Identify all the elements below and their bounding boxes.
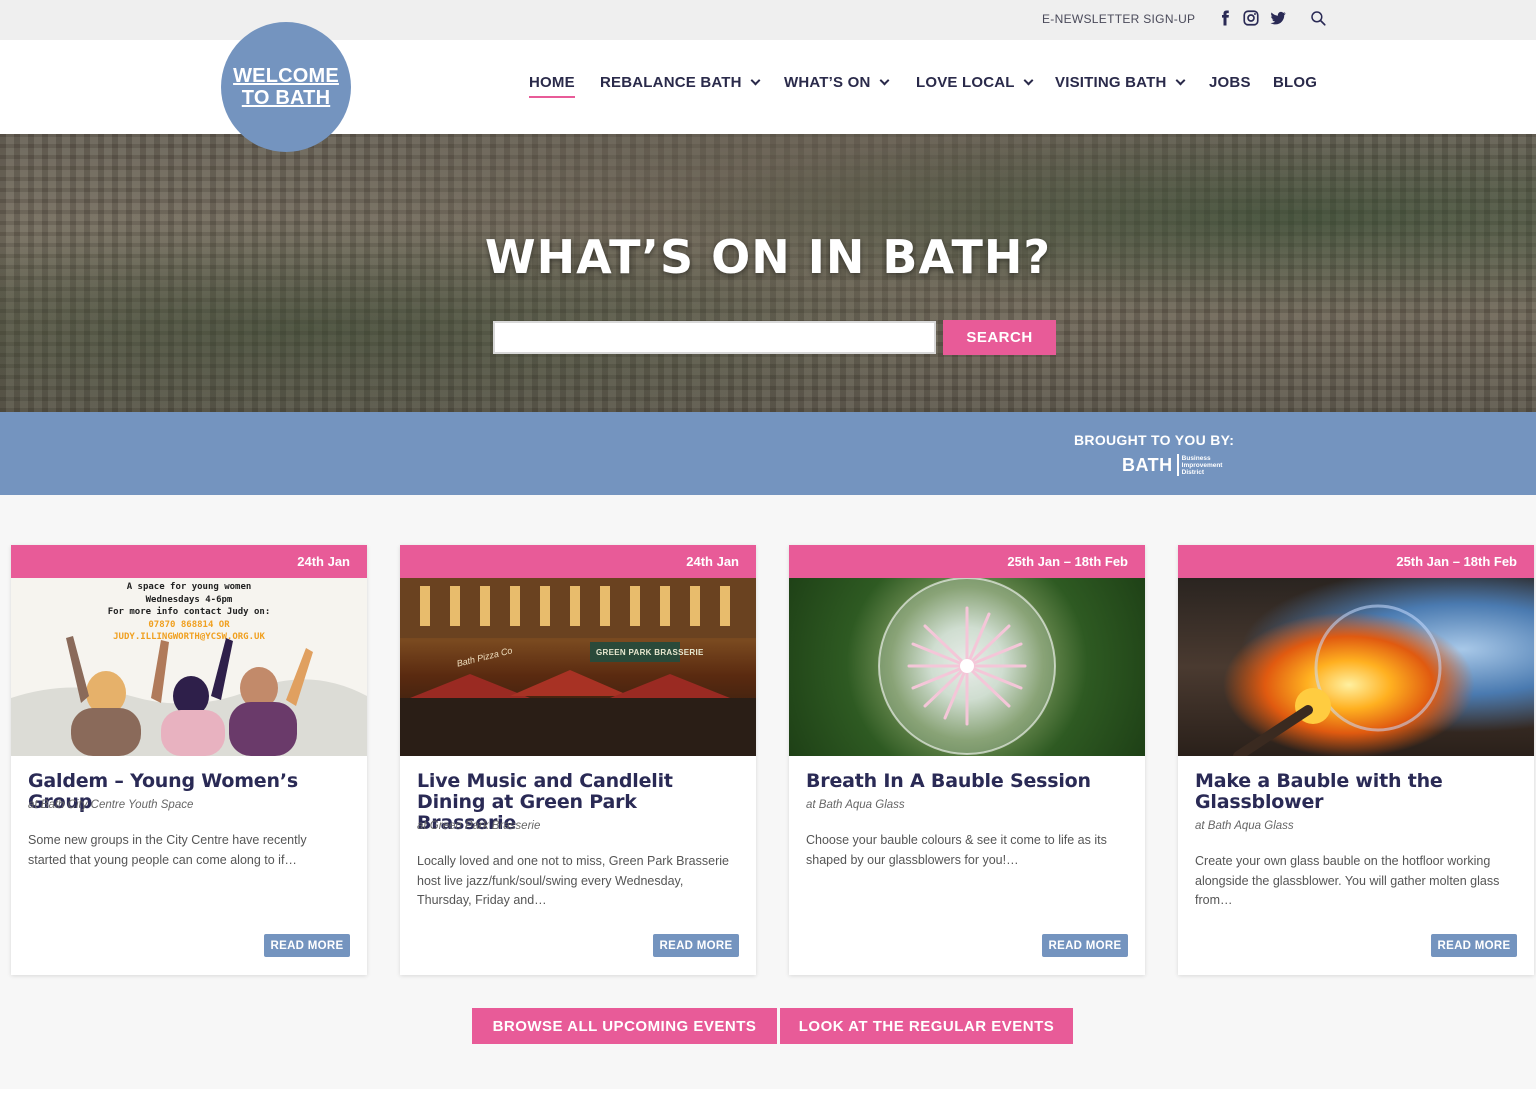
chevron-down-icon [750,75,761,86]
event-venue: at Bath Aqua Glass [1195,820,1294,832]
bid-sub-2: Improvement [1181,461,1223,469]
hero-title: WHAT’S ON IN BATH? [484,230,1052,284]
event-description: Create your own glass bauble on the hotf… [1195,854,1500,907]
glassblowing-photo [1233,604,1442,756]
sponsor-band: BROUGHT TO YOU BY: BATH Business Improve… [0,412,1536,495]
browse-all-events-button[interactable]: BROWSE ALL UPCOMING EVENTS [472,1008,777,1044]
logo-line-2: TO BATH [241,87,331,109]
event-title[interactable]: Breath In A Bauble Session [806,771,1128,792]
bid-sub-1: Business [1181,454,1211,462]
utility-bar: E-NEWSLETTER SIGN-UP [0,0,1536,40]
event-description: Locally loved and one not to miss, Green… [417,854,729,907]
event-date: 24th Jan [400,545,756,578]
event-date: 24th Jan [11,545,367,578]
nav-label: VISITING BATH [1055,74,1167,91]
event-card[interactable]: 25th Jan – 18th Feb Make a Bauble with t… [1178,545,1534,975]
event-image[interactable]: A space for young women Wednesdays 4-6pm… [11,578,367,756]
read-more-button[interactable]: READ MORE [653,934,739,957]
glass-bauble-photo [878,578,1056,755]
event-title[interactable]: Make a Bauble with the Glassblower [1195,771,1517,813]
brasserie-photo [400,578,756,756]
bid-sub-3: District [1181,468,1205,476]
nav-label: HOME [529,74,575,91]
event-search-input[interactable] [493,321,936,354]
event-venue: at Green Park Brasserie [417,820,541,832]
search-button[interactable]: SEARCH [943,320,1056,355]
read-more-button[interactable]: READ MORE [1431,934,1517,957]
nav-item-rebalance-bath[interactable]: REBALANCE BATH [600,74,761,91]
nav-label: WHAT’S ON [784,74,871,91]
nav-label: LOVE LOCAL [916,74,1015,91]
nav-item-blog[interactable]: BLOG [1273,74,1317,91]
chevron-down-icon [1175,75,1185,86]
read-more-button[interactable]: READ MORE [1042,934,1128,957]
event-date: 25th Jan – 18th Feb [789,545,1145,578]
event-date: 25th Jan – 18th Feb [1178,545,1534,578]
nav-label: BLOG [1273,74,1318,91]
nav-label: REBALANCE BATH [600,74,742,91]
event-image[interactable] [789,578,1145,756]
nav-item-love-local[interactable]: LOVE LOCAL [916,74,1034,91]
event-card[interactable]: 24th Jan GREEN PARK BRASSERIE Bath Pizza… [400,545,756,975]
brasserie-sign: GREEN PARK BRASSERIE [596,648,704,657]
event-card[interactable]: 24th Jan A space for young women Wednesd… [11,545,367,975]
nav-item-visiting-bath[interactable]: VISITING BATH [1055,74,1185,91]
event-image[interactable] [1178,578,1534,756]
chevron-down-icon [1023,75,1034,86]
nav-item-home[interactable]: HOME [529,74,575,98]
bid-logo-sub: Business Improvement District [1179,455,1223,476]
bid-logo-main: BATH [1122,454,1179,476]
event-description: Some new groups in the City Centre have … [28,833,307,867]
logo-line-1: WELCOME [233,65,339,87]
event-venue: at Bath City Centre Youth Space [28,799,194,811]
newsletter-signup-link[interactable]: E-NEWSLETTER SIGN-UP [1042,12,1195,26]
nav-label: JOBS [1209,74,1251,91]
event-venue: at Bath Aqua Glass [806,799,905,811]
site-logo[interactable]: WELCOME TO BATH [221,22,351,152]
twitter-icon[interactable] [1269,9,1287,27]
read-more-button[interactable]: READ MORE [264,934,350,957]
hero-banner: WHAT’S ON IN BATH? SEARCH [0,134,1536,412]
instagram-icon[interactable] [1242,9,1260,27]
young-women-illustration [11,636,367,756]
event-image[interactable]: GREEN PARK BRASSERIE Bath Pizza Co [400,578,756,756]
sponsor-label: BROUGHT TO YOU BY: [1074,432,1235,448]
event-card[interactable]: 25th Jan – 18th Feb Breath In A Bauble S… [789,545,1145,975]
chevron-down-icon [879,75,889,86]
facebook-icon[interactable] [1216,9,1234,27]
event-description: Choose your bauble colours & see it come… [806,833,1107,867]
bath-bid-logo[interactable]: BATH Business Improvement District [1122,454,1222,476]
page-footer-edge [0,1089,1536,1093]
search-icon[interactable] [1309,9,1327,27]
nav-item-jobs[interactable]: JOBS [1209,74,1251,91]
nav-item-whats-on[interactable]: WHAT’S ON [784,74,889,91]
regular-events-button[interactable]: LOOK AT THE REGULAR EVENTS [780,1008,1073,1044]
